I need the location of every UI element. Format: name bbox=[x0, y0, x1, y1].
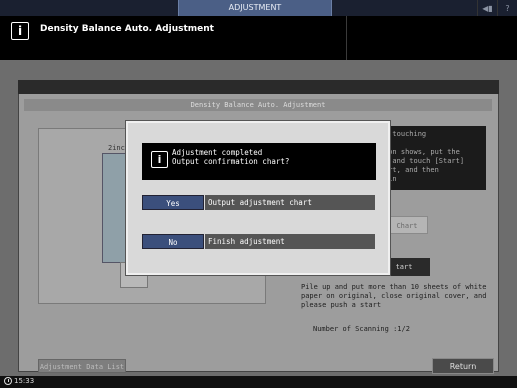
info-icon: i bbox=[151, 151, 168, 168]
instruction-text: y touching ron shows, put the , and touc… bbox=[378, 126, 486, 190]
panel-subtitle: Density Balance Auto. Adjustment bbox=[24, 99, 492, 111]
paper-instructions: Pile up and put more than 10 sheets of w… bbox=[301, 283, 487, 309]
panel-header-bar bbox=[18, 80, 499, 94]
clock-time: 15:33 bbox=[14, 377, 35, 385]
header-divider bbox=[346, 16, 347, 60]
clock: 15:33 bbox=[4, 377, 34, 385]
header bbox=[0, 16, 517, 60]
help-icon[interactable]: ? bbox=[497, 0, 517, 16]
output-chart-button[interactable]: Chart bbox=[386, 216, 428, 234]
adjustment-data-list-button[interactable]: Adjustment Data List bbox=[38, 359, 126, 373]
dialog-message-line1: Adjustment completed bbox=[172, 148, 263, 157]
clock-icon bbox=[4, 377, 12, 385]
tab-adjustment[interactable]: ADJUSTMENT bbox=[178, 0, 332, 16]
page-title: Density Balance Auto. Adjustment bbox=[40, 24, 214, 34]
yes-description: Output adjustment chart bbox=[205, 195, 375, 210]
no-description: Finish adjustment bbox=[205, 234, 375, 249]
dialog-message-line2: Output confirmation chart? bbox=[172, 157, 290, 166]
info-icon: i bbox=[11, 22, 29, 40]
scan-count: Number of Scanning :1/2 bbox=[313, 325, 410, 333]
status-bar bbox=[0, 376, 517, 388]
top-icons: ◀▮ ? bbox=[477, 0, 517, 16]
return-button[interactable]: Return bbox=[432, 358, 494, 374]
no-button[interactable]: No bbox=[142, 234, 204, 249]
chart-size-label: 2inc bbox=[108, 144, 125, 152]
speaker-icon[interactable]: ◀▮ bbox=[477, 0, 497, 16]
yes-button[interactable]: Yes bbox=[142, 195, 204, 210]
